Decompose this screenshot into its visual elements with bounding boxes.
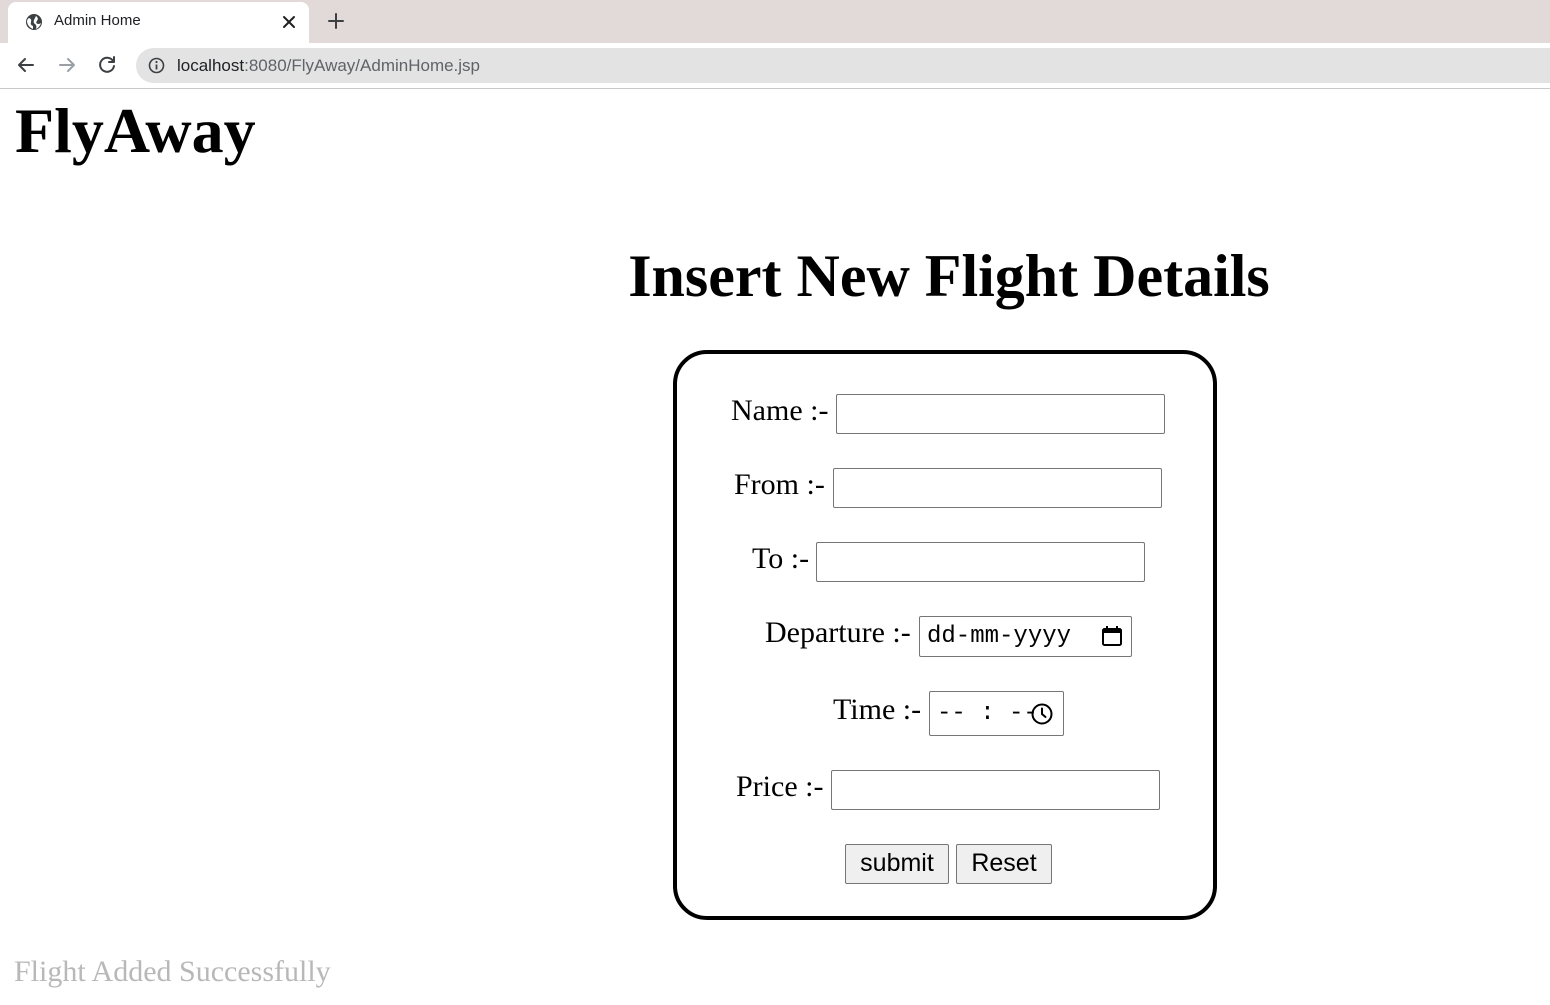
brand-title: FlyAway <box>15 95 256 166</box>
url-host: localhost <box>177 56 245 75</box>
browser-tab-active[interactable]: Admin Home <box>8 2 309 43</box>
globe-icon <box>26 14 42 30</box>
time-placeholder: -- : -- <box>937 700 1038 727</box>
clock-icon[interactable] <box>1030 702 1054 726</box>
reset-button[interactable]: Reset <box>956 844 1052 884</box>
tab-title: Admin Home <box>54 12 141 29</box>
time-label: Time :- <box>833 693 922 726</box>
from-input[interactable] <box>833 468 1162 508</box>
url-path: :8080/FlyAway/AdminHome.jsp <box>244 56 481 75</box>
time-input[interactable]: -- : -- <box>929 691 1064 736</box>
departure-placeholder: dd-mm-yyyy <box>927 623 1072 650</box>
url-text: localhost:8080/FlyAway/AdminHome.jsp <box>177 56 480 76</box>
departure-label: Departure :- <box>765 616 911 649</box>
arrow-left-icon[interactable] <box>15 54 37 76</box>
from-label: From :- <box>734 468 825 501</box>
to-label: To :- <box>752 542 810 575</box>
submit-button[interactable]: submit <box>845 844 949 884</box>
to-input[interactable] <box>816 542 1145 582</box>
browser-toolbar: localhost:8080/FlyAway/AdminHome.jsp <box>0 43 1550 89</box>
name-label: Name :- <box>731 394 829 427</box>
price-label: Price :- <box>736 770 824 803</box>
price-input[interactable] <box>831 770 1160 810</box>
address-bar[interactable]: localhost:8080/FlyAway/AdminHome.jsp <box>136 48 1550 83</box>
status-message: Flight Added Successfully <box>14 955 331 988</box>
browser-tab-strip: Admin Home <box>0 0 1550 43</box>
arrow-right-icon[interactable] <box>56 54 78 76</box>
plus-icon[interactable] <box>326 11 346 31</box>
departure-date-input[interactable]: dd-mm-yyyy <box>919 616 1132 657</box>
calendar-icon[interactable] <box>1100 624 1124 648</box>
reload-icon[interactable] <box>96 54 118 76</box>
name-input[interactable] <box>836 394 1165 434</box>
close-icon[interactable] <box>280 13 298 31</box>
info-icon[interactable] <box>148 57 165 74</box>
page-title: Insert New Flight Details <box>628 243 1270 309</box>
